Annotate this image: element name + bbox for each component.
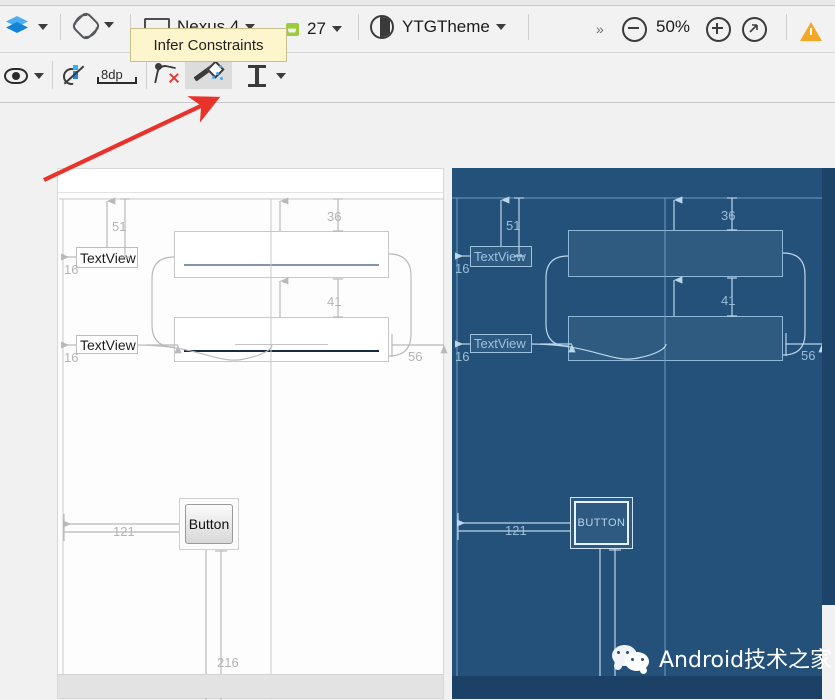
design-textview-2-label: TextView xyxy=(80,336,136,353)
orientation-button[interactable] xyxy=(70,10,114,42)
blueprint-textview-2-label: TextView xyxy=(474,336,526,351)
chevron-down-icon[interactable] xyxy=(104,22,114,28)
api-level-label: 27 xyxy=(307,19,326,38)
vertical-margins-icon xyxy=(248,65,266,87)
autoconnect-off-icon xyxy=(62,64,85,86)
blueprint-navigation-bar xyxy=(452,676,822,699)
chevron-down-icon[interactable] xyxy=(34,73,44,79)
toolbar-area: Nexus 4 27 YTGTheme » 50% 8dp Infer Cons… xyxy=(0,0,835,139)
toolbar-separator xyxy=(786,14,787,40)
blueprint-edittext-1[interactable] xyxy=(568,230,783,277)
eye-icon xyxy=(4,68,28,84)
dim-button-bottom: 216 xyxy=(217,655,239,670)
design-textview-1-label: TextView xyxy=(80,249,136,266)
zoom-out-button[interactable] xyxy=(622,14,647,44)
bp-dim-tv2-left: 16 xyxy=(455,349,470,364)
toolbar-separator xyxy=(60,14,61,40)
design-edittext-1[interactable] xyxy=(174,231,389,278)
chevron-down-icon[interactable] xyxy=(331,26,342,32)
design-surface[interactable]: TextView TextView Button 51 16 16 36 41 … xyxy=(57,168,448,700)
blueprint-button-label: BUTTON xyxy=(574,501,629,545)
infer-constraints-button[interactable] xyxy=(185,59,232,89)
watermark: Android技术之家 xyxy=(612,642,832,674)
zoom-in-icon xyxy=(706,16,731,42)
chevron-down-icon[interactable] xyxy=(276,73,286,79)
layers-icon xyxy=(6,16,32,38)
design-button[interactable]: Button xyxy=(179,498,239,550)
bp-dim-tv1-left: 16 xyxy=(455,261,470,276)
bp-dim-field1-top: 36 xyxy=(721,208,736,223)
dim-tv2-left: 16 xyxy=(64,350,79,365)
blueprint-textview-2[interactable]: TextView xyxy=(470,334,532,353)
dim-field2-top: 41 xyxy=(327,294,342,309)
blueprint-button[interactable]: BUTTON xyxy=(570,497,633,549)
theme-selector[interactable]: YTGTheme xyxy=(370,12,506,42)
zoom-fit-icon xyxy=(742,16,767,42)
chevron-down-icon[interactable] xyxy=(38,24,48,30)
blueprint-right-edge-strip xyxy=(822,168,835,605)
dim-field2-right: 56 xyxy=(408,349,423,364)
dim-tv1-left: 16 xyxy=(64,262,79,277)
zoom-out-icon xyxy=(622,16,647,42)
visibility-button[interactable] xyxy=(4,61,44,91)
design-textview-2[interactable]: TextView xyxy=(76,335,138,354)
clear-constraints-icon xyxy=(154,63,181,87)
blueprint-status-bar xyxy=(452,168,822,191)
rotate-orientation-icon xyxy=(70,10,102,42)
zoom-fit-button[interactable] xyxy=(742,14,767,44)
warning-icon xyxy=(800,21,822,41)
bp-dim-field2-top: 41 xyxy=(721,293,736,308)
autoconnect-button[interactable] xyxy=(62,60,85,90)
blueprint-textview-1-label: TextView xyxy=(474,249,526,264)
design-toolbar-row-2: 8dp xyxy=(0,53,835,139)
clear-constraints-button[interactable] xyxy=(154,60,181,90)
blueprint-surface[interactable]: TextView TextView BUTTON 51 16 16 36 41 … xyxy=(452,168,826,699)
toolbar-overflow-button[interactable]: » xyxy=(596,14,604,44)
theme-contrast-icon xyxy=(370,15,394,39)
infer-constraints-wand-icon xyxy=(193,60,225,85)
toolbar-separator xyxy=(52,61,53,89)
warning-button[interactable] xyxy=(800,16,822,46)
blueprint-textview-1[interactable]: TextView xyxy=(470,246,532,267)
blueprint-edittext-2[interactable] xyxy=(568,316,783,361)
android-api-icon xyxy=(286,22,299,36)
api-level-selector[interactable]: 27 xyxy=(286,14,342,44)
theme-label: YTGTheme xyxy=(402,17,490,36)
toolbar-separator xyxy=(146,61,147,89)
design-textview-1[interactable]: TextView xyxy=(76,247,138,268)
infer-constraints-tooltip: Infer Constraints xyxy=(130,28,287,62)
watermark-text: Android技术之家 xyxy=(659,648,833,673)
device-navigation-bar xyxy=(58,674,443,698)
default-margin-button[interactable]: 8dp xyxy=(97,63,137,93)
zoom-level-label-wrap: 50% xyxy=(656,12,690,42)
tooltip-text: Infer Constraints xyxy=(153,36,264,54)
layout-editor-canvas[interactable]: TextView TextView Button 51 16 16 36 41 … xyxy=(0,104,835,700)
default-margin-icon: 8dp xyxy=(97,67,137,88)
double-chevron-right-icon: » xyxy=(596,21,604,37)
toolbar-separator xyxy=(528,14,529,40)
chevron-down-icon[interactable] xyxy=(495,24,506,30)
bp-dim-button-left: 121 xyxy=(505,523,527,538)
dim-tv1-top: 51 xyxy=(112,219,127,234)
design-button-label: Button xyxy=(185,504,233,544)
device-status-bar xyxy=(58,169,443,193)
toolbar-separator xyxy=(358,14,359,40)
wechat-icon xyxy=(612,645,652,674)
edittext-underline xyxy=(183,263,380,266)
zoom-in-button[interactable] xyxy=(706,14,731,44)
edittext-hint-line xyxy=(234,343,329,345)
default-margin-label: 8dp xyxy=(101,67,123,82)
zoom-level-label: 50% xyxy=(656,17,691,36)
design-toolbar-row-1: Nexus 4 27 YTGTheme » 50% xyxy=(0,6,835,53)
edittext-underline xyxy=(183,349,380,352)
bp-dim-tv1-top: 51 xyxy=(506,218,521,233)
dim-button-left: 121 xyxy=(113,524,135,539)
bp-dim-field2-right: 56 xyxy=(801,348,816,363)
margins-button[interactable] xyxy=(248,61,286,91)
design-edittext-2[interactable] xyxy=(174,317,389,362)
dim-field1-top: 36 xyxy=(327,209,342,224)
layers-button[interactable] xyxy=(6,12,48,42)
